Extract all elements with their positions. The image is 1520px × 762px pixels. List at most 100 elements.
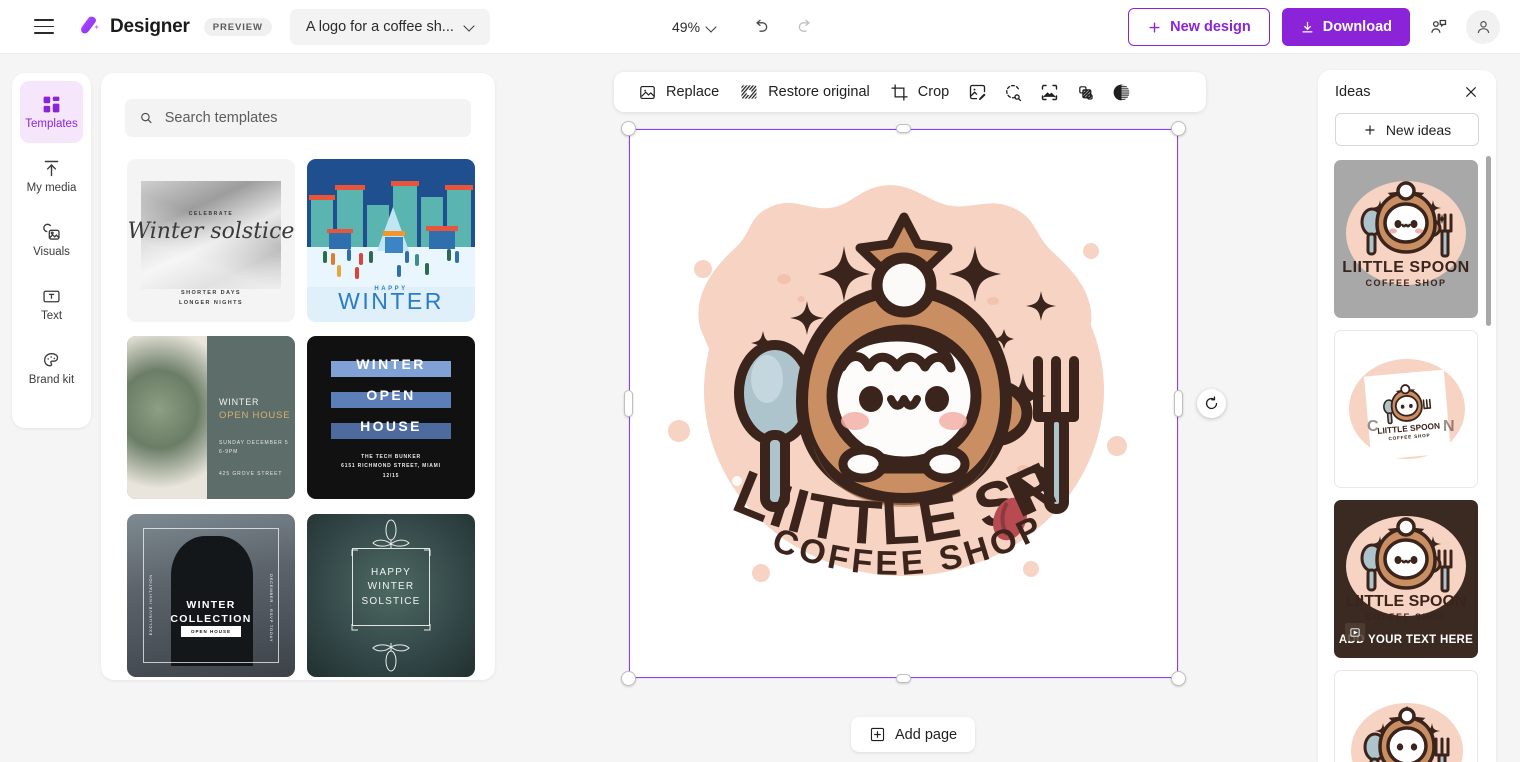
grid-icon — [43, 96, 60, 113]
app-header: Designer PREVIEW A logo for a coffee sh.… — [0, 0, 1520, 54]
coffee-shop-logo-artwork: LIITTLE SP N COFFEE SHOP — [668, 185, 1127, 583]
resize-handle-bottom-right[interactable] — [1171, 671, 1186, 686]
replace-label: Replace — [666, 84, 720, 100]
undo-icon — [756, 19, 768, 32]
resize-handle-top-center[interactable] — [896, 124, 911, 133]
template-line3: HOUSE — [360, 418, 422, 435]
template-title: Winter solstice — [127, 219, 295, 244]
upload-arrow-icon — [44, 160, 59, 176]
zoom-control[interactable]: 49% — [672, 0, 718, 54]
template-title: HAPPY WINTER SOLSTICE — [361, 566, 421, 607]
template-card[interactable]: EXCLUSIVE INVITATION DECEMBER - RSVP TOD… — [127, 513, 295, 677]
sidebar-item-label: Brand kit — [28, 373, 75, 386]
template-title: WINTER COLLECTION — [170, 598, 252, 625]
template-card[interactable]: HAPPY WINTER — [307, 159, 475, 322]
template-line2: OPEN — [366, 387, 416, 404]
template-address: 425 GROVE STREET — [219, 471, 283, 478]
plus-icon — [1149, 21, 1160, 33]
template-card[interactable]: CELEBRATE Winter solstice SHORTER DAYS LO… — [127, 159, 295, 322]
template-card[interactable]: HAPPY WINTER SOLSTICE — [307, 513, 475, 677]
image-replace-icon — [640, 85, 655, 99]
plus-icon — [1365, 124, 1375, 135]
templates-panel: CELEBRATE Winter solstice SHORTER DAYSLO… — [101, 73, 495, 680]
template-button-label: OPEN HOUSE — [180, 625, 242, 637]
svg-text:COFFEE SHOP: COFFEE SHOP — [1365, 612, 1446, 622]
document-name-label: A logo for a coffee sh... — [305, 18, 454, 35]
sidebar-item-templates[interactable]: Templates — [20, 81, 83, 143]
restore-original-icon — [741, 85, 757, 99]
add-page-button[interactable]: Add page — [851, 717, 976, 752]
rotate-icon — [1205, 396, 1218, 410]
palette-icon — [44, 352, 59, 367]
search-input[interactable] — [164, 110, 457, 126]
document-name-dropdown[interactable]: A logo for a coffee sh... — [289, 8, 490, 45]
template-line1: WINTER — [356, 356, 426, 373]
plus-square-icon — [870, 727, 885, 742]
magic-eraser-button[interactable] — [995, 76, 1031, 108]
template-card[interactable]: WINTER OPEN HOUSE THE TECH BUNKER 6151 RI… — [307, 336, 475, 500]
restore-original-button[interactable]: Restore original — [729, 76, 880, 108]
filters-button[interactable] — [1103, 76, 1139, 108]
zoom-level-label: 49% — [672, 19, 701, 35]
template-kicker: CELEBRATE — [188, 211, 234, 217]
svg-text:LIITTLE SPOON: LIITTLE SPOON — [1346, 593, 1467, 610]
hamburger-menu-icon[interactable] — [26, 9, 62, 45]
play-icon[interactable] — [1345, 623, 1365, 641]
templates-grid: CELEBRATE Winter solstice SHORTER DAYS LO… — [127, 159, 475, 679]
new-design-label: New design — [1170, 19, 1251, 35]
image-toolbar: Replace Restore original Crop — [614, 72, 1206, 112]
chevron-down-icon — [707, 22, 718, 33]
resize-handle-bottom-left[interactable] — [621, 671, 636, 686]
replace-button[interactable]: Replace — [628, 76, 729, 108]
sidebar-item-visuals[interactable]: Visuals — [20, 209, 83, 271]
crop-icon — [891, 83, 908, 101]
brand-logo-group[interactable]: Designer — [78, 15, 190, 39]
resize-handle-top-left[interactable] — [621, 121, 636, 136]
undo-button[interactable] — [744, 11, 776, 43]
canvas-page[interactable]: LIITTLE SP N COFFEE SHOP — [629, 129, 1178, 678]
remove-background-icon — [1078, 85, 1093, 100]
download-button[interactable]: Download — [1281, 8, 1410, 46]
close-icon[interactable] — [1463, 84, 1479, 100]
design-canvas[interactable]: LIITTLE SP N COFFEE SHOP — [621, 121, 1186, 686]
sidebar-item-text[interactable]: Text — [20, 273, 83, 335]
edit-image-button[interactable] — [959, 76, 995, 108]
idea-card[interactable]: LIITTLE SPOON COFFEE SHOP C N — [1334, 330, 1478, 488]
ideas-scrollbar[interactable] — [1486, 156, 1491, 326]
new-ideas-button[interactable]: New ideas — [1335, 113, 1479, 146]
search-templates-field[interactable] — [125, 99, 471, 137]
add-page-label: Add page — [895, 726, 958, 743]
edit-image-icon — [969, 84, 986, 100]
account-avatar[interactable] — [1466, 10, 1500, 44]
ideas-list: LIITTLE SPOON COFFEE SHOP LIITTLE SPOON … — [1334, 160, 1480, 762]
template-line2: OPEN HOUSE — [219, 410, 291, 422]
feedback-button[interactable] — [1422, 11, 1454, 43]
rotate-button[interactable] — [1197, 389, 1226, 418]
resize-handle-bottom-center[interactable] — [896, 674, 911, 683]
filters-contrast-icon — [1113, 84, 1130, 100]
crop-label: Crop — [917, 84, 950, 100]
sidebar-item-my-media[interactable]: My media — [20, 145, 83, 207]
download-icon — [1302, 21, 1313, 32]
idea-card[interactable]: LIITTLE SPOON COFFEE SHOP — [1334, 160, 1478, 318]
remove-background-button[interactable] — [1067, 76, 1103, 108]
template-footer: THE TECH BUNKER 6151 RICHMOND STREET, MIA… — [341, 453, 441, 479]
text-box-icon — [43, 290, 60, 303]
resize-handle-middle-right[interactable] — [1174, 390, 1183, 417]
template-footer: SHORTER DAYS LONGER NIGHTS — [178, 290, 244, 306]
brand-name: Designer — [110, 15, 190, 37]
idea-card[interactable]: LIITTLE SPOON COFFEE SHOP — [1334, 670, 1478, 762]
preview-badge: PREVIEW — [203, 17, 272, 36]
sidebar-item-label: My media — [26, 181, 77, 194]
sidebar-item-brand-kit[interactable]: Brand kit — [20, 337, 83, 399]
template-card[interactable]: WINTER OPEN HOUSE SUNDAY DECEMBER 5 6-9PM… — [127, 336, 295, 500]
idea-card[interactable]: LIITTLE SPOON COFFEE SHOP ADD YOUR TEXT … — [1334, 500, 1478, 658]
ideas-title: Ideas — [1335, 84, 1371, 100]
resize-handle-middle-left[interactable] — [624, 390, 633, 417]
resize-image-button[interactable] — [1031, 76, 1067, 108]
new-design-button[interactable]: New design — [1128, 8, 1270, 46]
crop-button[interactable]: Crop — [880, 76, 959, 108]
redo-button[interactable] — [790, 11, 822, 43]
resize-handle-top-right[interactable] — [1171, 121, 1186, 136]
search-icon — [141, 112, 152, 124]
